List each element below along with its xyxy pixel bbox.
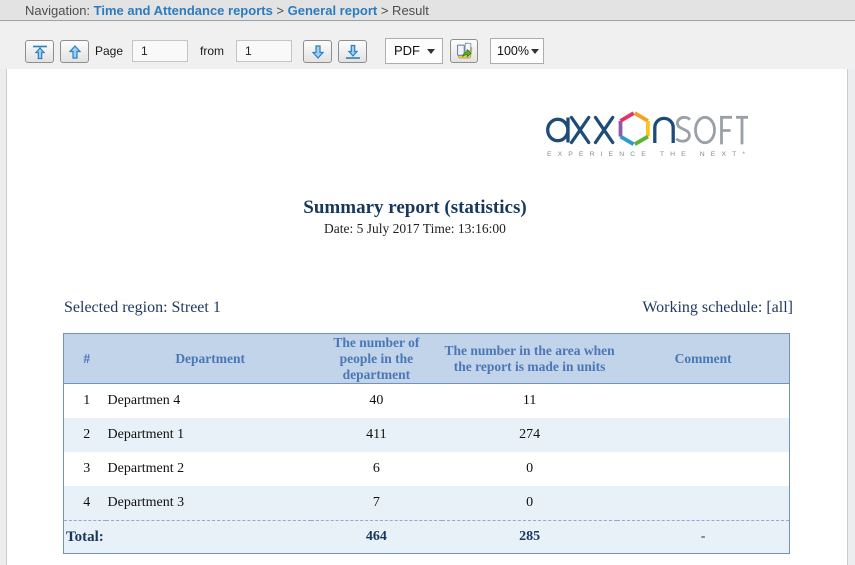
svg-text:EXPERIENCE THE NEXT*: EXPERIENCE THE NEXT*: [547, 151, 748, 158]
